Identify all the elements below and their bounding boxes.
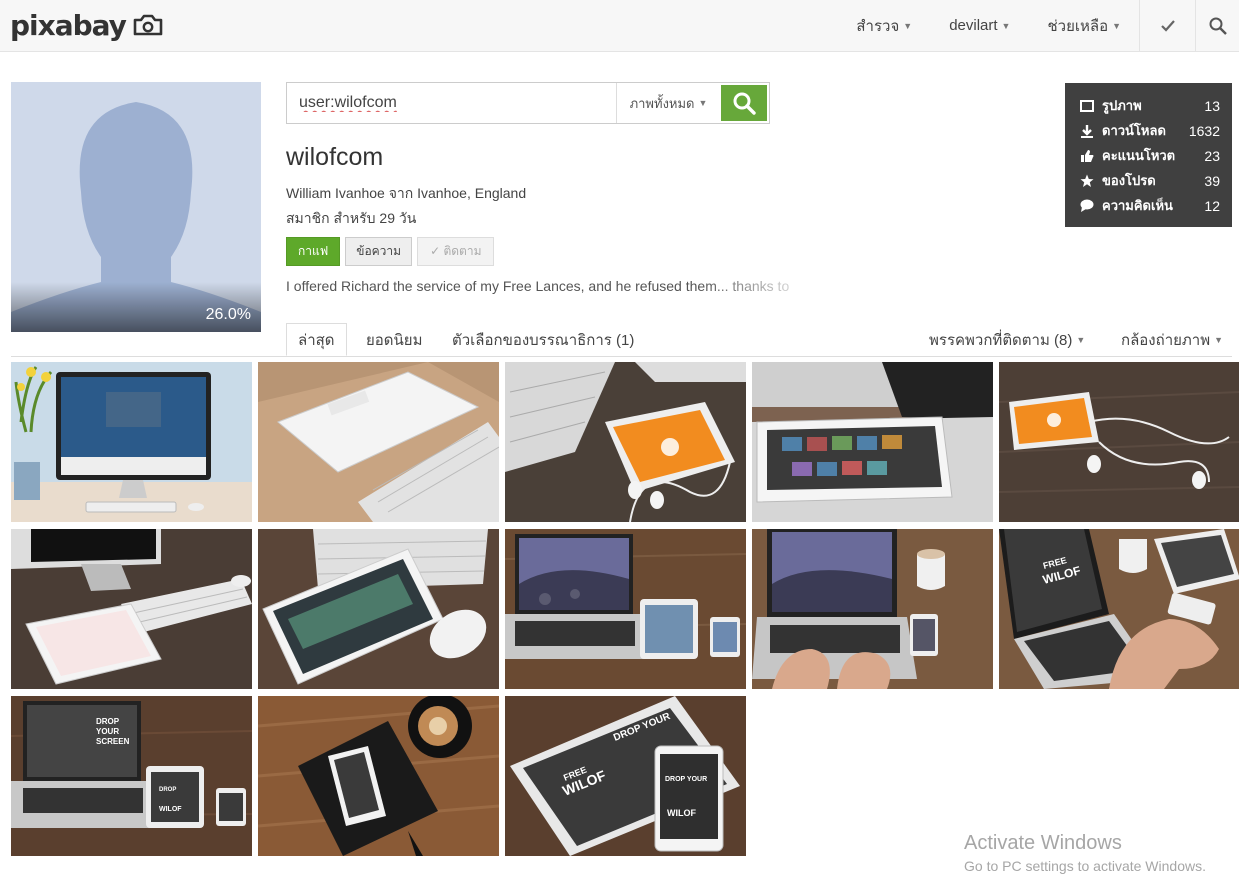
camera-icon	[133, 14, 163, 36]
main-nav: สำรวจ ▼ devilart ▼ ช่วยเหลือ ▼	[837, 0, 1239, 51]
svg-text:YOUR: YOUR	[96, 727, 119, 736]
tab-popular[interactable]: ยอดนิยม	[366, 323, 422, 356]
thumb-free-wilof-ipad-iphone[interactable]: FREE WILOF DROP YOUR DROP YOUR WILOF	[505, 696, 746, 856]
stat-downloads[interactable]: ดาวน์โหลด 1632	[1079, 118, 1220, 143]
nav-user-menu[interactable]: devilart ▼	[930, 0, 1028, 51]
chevron-down-icon: ▼	[1214, 334, 1224, 345]
avatar-percent: 26.0%	[205, 306, 251, 323]
chevron-down-icon: ▼	[1001, 20, 1011, 31]
thumb-drop-your-screen-hands[interactable]: FREE WILOF	[999, 529, 1239, 689]
search-type-dropdown[interactable]: ภาพทั้งหมด ▼	[616, 83, 720, 123]
svg-text:WILOF: WILOF	[159, 806, 182, 813]
watermark-subtitle: Go to PC settings to activate Windows.	[964, 858, 1206, 874]
search-icon	[1209, 17, 1227, 35]
profile-username: wilofcom	[286, 143, 384, 171]
tab-editors-choice[interactable]: ตัวเลือกของบรรณาธิการ (1)	[452, 323, 634, 356]
star-icon	[1079, 174, 1095, 188]
nav-help-label: ช่วยเหลือ	[1047, 17, 1109, 35]
search-button[interactable]	[721, 85, 767, 121]
bio-fade	[700, 276, 820, 298]
chevron-down-icon: ▼	[1076, 334, 1086, 345]
thumb-phone-earphones-wood[interactable]	[999, 362, 1239, 522]
chevron-down-icon: ▼	[1112, 20, 1121, 31]
tab-following-dropdown[interactable]: พรรคพวกที่ติดตาม (8) ▼	[929, 323, 1085, 356]
svg-text:SCREEN: SCREEN	[96, 737, 130, 746]
stat-label: รูปภาพ	[1102, 98, 1142, 113]
profile-member-since: สมาชิก สำหรับ 29 วัน	[286, 210, 417, 226]
svg-text:WILOF: WILOF	[667, 808, 696, 818]
image-icon	[1079, 99, 1095, 113]
svg-text:DROP: DROP	[96, 717, 120, 726]
tab-cameras-dropdown[interactable]: กล้องถ่ายภาพ ▼	[1121, 323, 1223, 356]
stat-label: คะแนนโหวต	[1102, 148, 1176, 163]
top-bar: pixabay สำรวจ ▼ devilart ▼ ช่วยเหลือ ▼	[0, 0, 1239, 52]
coffee-button[interactable]: กาแฟ	[286, 237, 341, 266]
thumb-macbook-ipad-iphone[interactable]	[505, 529, 746, 689]
gallery-tabs: ล่าสุด ยอดนิยม ตัวเลือกของบรรณาธิการ (1)…	[11, 323, 1232, 357]
profile-stats: รูปภาพ 13 ดาวน์โหลด 1632 คะแนนโหวต 23 ขอ…	[1065, 83, 1232, 227]
profile-actions: กาแฟ ข้อความ ✓ ติดตาม	[286, 237, 495, 266]
nav-user-label: devilart	[949, 17, 998, 34]
thumb-tablet-website-mouse[interactable]	[258, 529, 499, 689]
stat-value: 39	[1204, 172, 1220, 189]
stat-value: 13	[1204, 97, 1220, 114]
logo-text: pixabay	[10, 8, 127, 42]
tab-following-label: พรรคพวกที่ติดตาม (8)	[929, 331, 1073, 349]
stat-label: ดาวน์โหลด	[1102, 123, 1166, 138]
stat-favorites[interactable]: ของโปรด 39	[1079, 168, 1220, 193]
stat-label: ความคิดเห็น	[1102, 198, 1173, 213]
watermark-title: Activate Windows	[964, 832, 1122, 854]
svg-text:DROP: DROP	[159, 787, 176, 793]
thumb-smartphone-orange-earphones[interactable]	[505, 362, 746, 522]
download-icon	[1079, 124, 1095, 138]
stat-value: 1632	[1188, 122, 1220, 139]
stat-images[interactable]: รูปภาพ 13	[1079, 93, 1220, 118]
profile-avatar[interactable]: 26.0%	[11, 82, 261, 332]
thumb-tablet-google-keyboard[interactable]	[258, 362, 499, 522]
stat-value: 12	[1204, 197, 1220, 214]
thumb-hands-macbook-mug[interactable]	[752, 529, 993, 689]
chevron-down-icon: ▼	[903, 20, 913, 31]
nav-search-button[interactable]	[1195, 0, 1239, 51]
pixabay-logo[interactable]: pixabay	[10, 7, 164, 43]
profile-location: William Ivanhoe จาก Ivanhoe, England	[286, 185, 527, 201]
message-button[interactable]: ข้อความ	[345, 237, 413, 266]
chevron-down-icon: ▼	[698, 98, 708, 108]
tab-latest[interactable]: ล่าสุด	[286, 323, 347, 356]
thumb-imac-website-flowers[interactable]	[11, 362, 252, 522]
thumb-iphone-coffee-notebook[interactable]	[258, 696, 499, 856]
windows-activation-watermark: Activate Windows Go to PC settings to ac…	[964, 832, 1206, 874]
stat-comments[interactable]: ความคิดเห็น 12	[1079, 193, 1220, 218]
nav-explore[interactable]: สำรวจ ▼	[837, 0, 930, 51]
search-bar: ภาพทั้งหมด ▼	[286, 82, 770, 124]
comment-icon	[1079, 199, 1095, 213]
stat-label: ของโปรด	[1102, 173, 1156, 188]
stat-likes[interactable]: คะแนนโหวต 23	[1079, 143, 1220, 168]
thumb-tablet-on-macbook[interactable]	[752, 362, 993, 522]
tab-cameras-label: กล้องถ่ายภาพ	[1121, 331, 1211, 349]
thumbs-up-icon	[1079, 149, 1095, 163]
nav-check-button[interactable]	[1139, 0, 1195, 51]
nav-help[interactable]: ช่วยเหลือ ▼	[1028, 0, 1139, 51]
search-type-label: ภาพทั้งหมด	[629, 95, 695, 111]
thumb-imac-tablet-calendar[interactable]	[11, 529, 252, 689]
search-input[interactable]	[287, 83, 605, 123]
stat-value: 23	[1204, 147, 1220, 164]
svg-text:DROP YOUR: DROP YOUR	[665, 776, 707, 783]
check-icon	[1160, 19, 1175, 32]
thumb-drop-your-screen-devices[interactable]: DROP YOUR SCREEN DROP WILOF	[11, 696, 252, 856]
search-icon	[733, 92, 756, 115]
nav-explore-label: สำรวจ	[856, 17, 900, 35]
follow-button[interactable]: ✓ ติดตาม	[417, 237, 495, 266]
